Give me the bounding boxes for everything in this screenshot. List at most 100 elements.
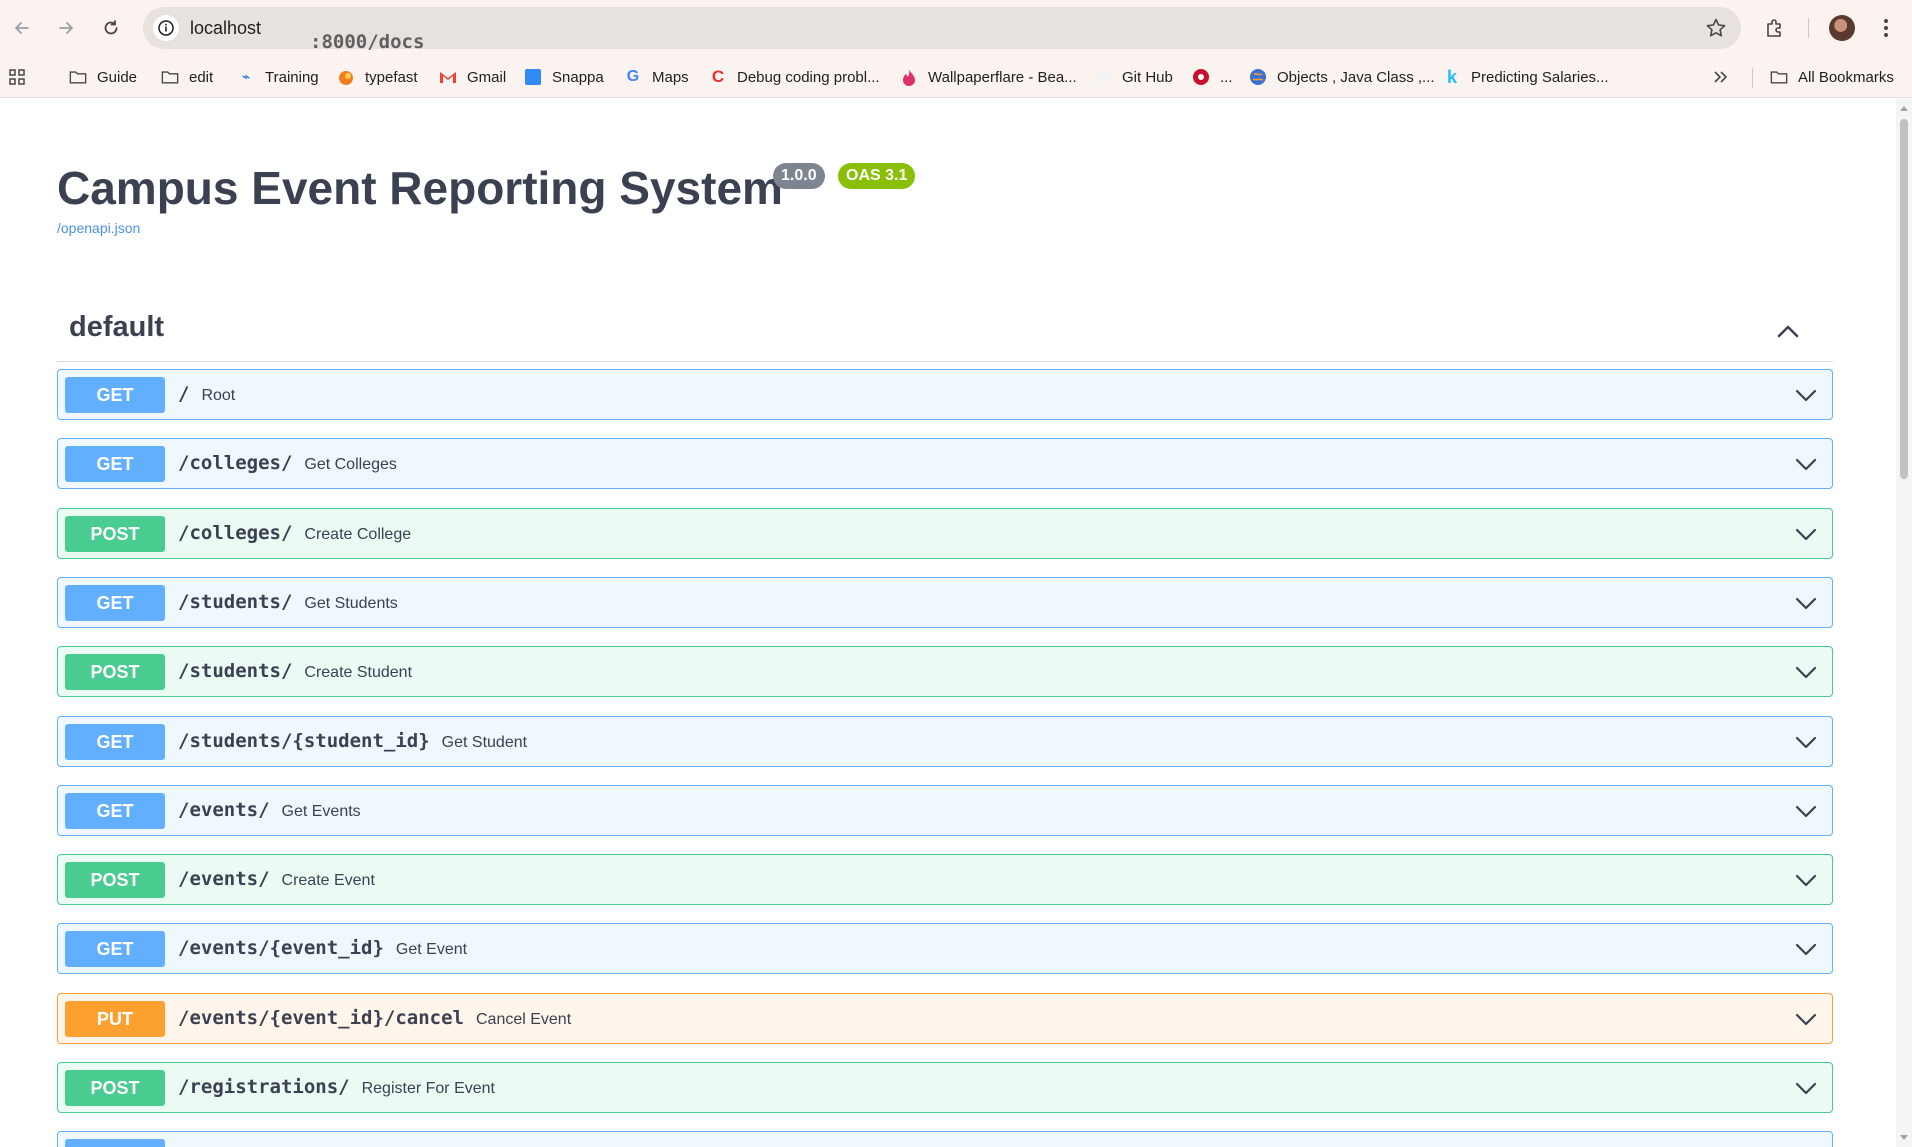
endpoint-row[interactable]: GET/students/Get Students bbox=[57, 577, 1833, 628]
endpoint-row[interactable]: POST/colleges/Create College bbox=[57, 508, 1833, 559]
endpoint-row[interactable]: GET/colleges/Get Colleges bbox=[57, 438, 1833, 489]
chevron-down-icon[interactable] bbox=[1794, 869, 1818, 891]
chevron-down-icon[interactable] bbox=[1794, 731, 1818, 753]
typefast-icon bbox=[337, 68, 355, 86]
chevron-down-icon[interactable] bbox=[1794, 1008, 1818, 1030]
bookmark-wallpaperflare[interactable]: Wallpaperflare - Bea... bbox=[900, 66, 1077, 88]
reload-button[interactable] bbox=[95, 12, 127, 44]
chevron-down-icon[interactable] bbox=[1794, 1077, 1818, 1099]
chevron-down-icon[interactable] bbox=[1794, 938, 1818, 960]
oas-badge: OAS 3.1 bbox=[838, 163, 916, 189]
chevron-up-icon[interactable] bbox=[1775, 319, 1801, 345]
training-icon: ⌁ bbox=[242, 69, 250, 84]
browser-toolbar: localhost:8000/docs bbox=[0, 0, 1912, 56]
endpoint-row[interactable]: GET/events/Get Events bbox=[57, 785, 1833, 836]
endpoint-path: /students/Get Students bbox=[178, 591, 398, 613]
endpoint-path-text: /events/{event_id} bbox=[178, 937, 384, 959]
chevron-down-icon[interactable] bbox=[1794, 592, 1818, 614]
bookmark-label: Debug coding probl... bbox=[737, 68, 880, 86]
back-button[interactable] bbox=[6, 12, 38, 44]
endpoint-path-text: /colleges/ bbox=[178, 452, 293, 474]
menu-button[interactable] bbox=[1870, 12, 1902, 44]
bookmark-snappa[interactable]: Snappa bbox=[524, 66, 604, 88]
http-method-badge: GET bbox=[65, 585, 165, 621]
k-icon: k bbox=[1446, 66, 1457, 87]
chevron-down-icon[interactable] bbox=[1794, 661, 1818, 683]
endpoint-path: /students/Create Student bbox=[178, 660, 412, 682]
scrollbar[interactable] bbox=[1896, 99, 1912, 1147]
bookmark-gmail[interactable]: Gmail bbox=[439, 66, 506, 88]
scrollbar-thumb[interactable] bbox=[1900, 119, 1908, 479]
chevron-down-icon[interactable] bbox=[1794, 453, 1818, 475]
endpoint-summary: Cancel Event bbox=[475, 1011, 572, 1028]
page-title: Campus Event Reporting System bbox=[57, 162, 783, 214]
all-bookmarks-button[interactable]: All Bookmarks bbox=[1770, 66, 1894, 88]
folder-icon bbox=[69, 68, 87, 86]
endpoint-row[interactable]: PUT/events/{event_id}/cancel Cancel Event bbox=[57, 993, 1833, 1044]
scroll-up-arrow-icon[interactable] bbox=[1899, 103, 1909, 113]
bookmark-star-icon[interactable] bbox=[1705, 17, 1727, 39]
puzzle-icon bbox=[1767, 19, 1781, 37]
github-icon bbox=[1094, 68, 1112, 86]
bookmark-github[interactable]: Git Hub bbox=[1094, 66, 1173, 88]
toolbar-divider bbox=[1808, 18, 1809, 38]
bookmark-label: Gmail bbox=[467, 68, 507, 86]
bookmark-red[interactable]: ... bbox=[1192, 66, 1233, 88]
snappa-icon bbox=[524, 68, 542, 86]
bookmark-label: Git Hub bbox=[1122, 68, 1173, 86]
endpoint-path: /colleges/Get Colleges bbox=[178, 452, 397, 474]
endpoint-summary: Create Student bbox=[304, 664, 413, 681]
endpoint-summary: Get Colleges bbox=[304, 456, 397, 473]
endpoint-path: /students/{student_id} Get Student bbox=[178, 730, 527, 752]
bookmark-maps[interactable]: G Maps bbox=[624, 66, 689, 88]
endpoint-row[interactable]: GET/events/{event_id} Get Event bbox=[57, 923, 1833, 974]
endpoint-path: /events/Create Event bbox=[178, 868, 375, 890]
chevron-down-icon[interactable] bbox=[1794, 523, 1818, 545]
bookmark-label: Wallpaperflare - Bea... bbox=[928, 68, 1077, 86]
http-method-badge: GET bbox=[65, 446, 165, 482]
bookmark-edit[interactable]: edit bbox=[161, 66, 213, 88]
bookmark-label: Maps bbox=[652, 68, 689, 86]
bookmark-label: Objects , Java Class ,... bbox=[1277, 68, 1435, 86]
more-bookmarks-button[interactable] bbox=[1712, 66, 1728, 88]
flame-icon bbox=[900, 68, 918, 86]
openapi-json-link[interactable]: /openapi.json bbox=[57, 220, 140, 236]
address-bar[interactable]: localhost:8000/docs bbox=[143, 7, 1741, 53]
endpoint-row[interactable]: POST/students/Create Student bbox=[57, 646, 1833, 697]
scroll-down-arrow-icon[interactable] bbox=[1899, 1133, 1909, 1143]
endpoint-path-text: /students/ bbox=[178, 660, 293, 682]
red-circle-icon bbox=[1192, 68, 1210, 86]
bookmark-training[interactable]: ⌁ Training bbox=[237, 66, 319, 88]
http-method-badge: PUT bbox=[65, 1001, 165, 1037]
url-text[interactable]: localhost:8000/docs bbox=[190, 18, 424, 53]
http-method-badge: GET bbox=[65, 1139, 165, 1147]
endpoint-row[interactable]: GET/students/{student_id} Get Student bbox=[57, 716, 1833, 767]
endpoint-row[interactable]: POST/registrations/Register For Event bbox=[57, 1062, 1833, 1113]
bookmark-objects-java[interactable]: Objects , Java Class ,... bbox=[1249, 66, 1435, 88]
endpoint-row[interactable]: POST/events/Create Event bbox=[57, 854, 1833, 905]
http-method-badge: POST bbox=[65, 1070, 165, 1106]
http-method-badge: GET bbox=[65, 793, 165, 829]
bookmark-debug-coding[interactable]: C Debug coding probl... bbox=[709, 66, 880, 88]
bookmark-typefast[interactable]: typefast bbox=[337, 66, 418, 88]
bookmark-guide[interactable]: Guide bbox=[69, 66, 137, 88]
endpoint-path-text: /students/{student_id} bbox=[178, 730, 430, 752]
site-info-icon[interactable] bbox=[153, 15, 179, 41]
codechef-icon: C bbox=[711, 67, 725, 86]
endpoint-row[interactable]: GET bbox=[57, 1131, 1833, 1147]
avatar[interactable] bbox=[1829, 15, 1855, 41]
apps-button[interactable] bbox=[8, 66, 26, 88]
http-method-badge: GET bbox=[65, 724, 165, 760]
tag-section-header[interactable]: default bbox=[57, 299, 1833, 362]
endpoint-summary: Get Events bbox=[281, 803, 361, 820]
bookmark-predicting-salaries[interactable]: k Predicting Salaries... bbox=[1443, 66, 1609, 88]
endpoint-path-text: /events/ bbox=[178, 868, 270, 890]
chevron-down-icon[interactable] bbox=[1794, 800, 1818, 822]
endpoint-summary: Register For Event bbox=[361, 1080, 495, 1097]
endpoint-path: /events/{event_id} Get Event bbox=[178, 937, 467, 959]
extensions-button[interactable] bbox=[1759, 12, 1791, 44]
chevron-down-icon[interactable] bbox=[1794, 384, 1818, 406]
reload-icon bbox=[104, 20, 118, 35]
endpoint-row[interactable]: GET / Root bbox=[57, 369, 1833, 420]
forward-button[interactable] bbox=[50, 12, 82, 44]
